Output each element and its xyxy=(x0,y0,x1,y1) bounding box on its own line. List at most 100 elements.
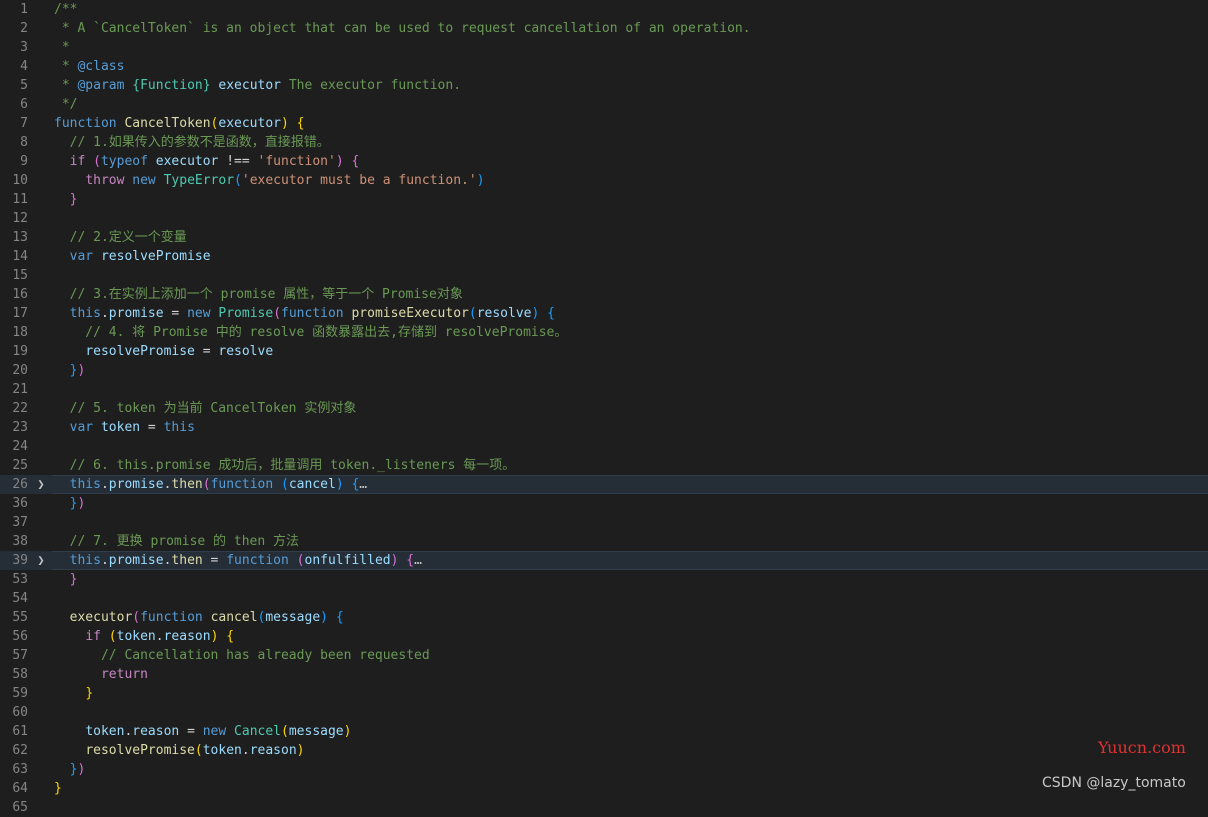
code-line[interactable]: 21 xyxy=(0,380,1208,399)
code-line[interactable]: 36 }) xyxy=(0,494,1208,513)
code-line[interactable]: 10 throw new TypeError('executor must be… xyxy=(0,171,1208,190)
code-token: 'executor must be a function.' xyxy=(241,173,477,188)
code-line[interactable]: 26 ❯ this.promise.then(function (cancel) … xyxy=(0,475,1208,494)
line-number: 21 xyxy=(12,382,28,397)
code-line[interactable]: 18 // 4. 将 Promise 中的 resolve 函数暴露出去,存储到… xyxy=(0,323,1208,342)
code-line[interactable]: 13 // 2.定义一个变量 xyxy=(0,228,1208,247)
code-text: this.promise.then(function (cancel) {… xyxy=(54,475,367,494)
code-line[interactable]: 3 * xyxy=(0,38,1208,57)
code-token: onfulfilled xyxy=(304,553,391,568)
code-token: message xyxy=(265,610,321,625)
code-line[interactable]: 62 resolvePromise(token.reason) xyxy=(0,741,1208,760)
code-line[interactable]: 59 } xyxy=(0,684,1208,703)
code-line[interactable]: 38 // 7. 更换 promise 的 then 方法 xyxy=(0,532,1208,551)
code-line[interactable]: 37 xyxy=(0,513,1208,532)
fold-chevron-icon[interactable]: ❯ xyxy=(35,551,47,570)
line-number: 10 xyxy=(12,173,28,188)
code-line[interactable]: 60 xyxy=(0,703,1208,722)
code-line[interactable]: 14 var resolvePromise xyxy=(0,247,1208,266)
code-token: = xyxy=(140,420,164,435)
code-line[interactable]: 63 }) xyxy=(0,760,1208,779)
code-token: ( xyxy=(281,477,289,492)
code-line[interactable]: 11 } xyxy=(0,190,1208,209)
code-token: ) xyxy=(320,610,328,625)
code-text: /** xyxy=(54,0,77,19)
code-token: if xyxy=(85,629,101,644)
code-line[interactable]: 55 executor(function cancel(message) { xyxy=(0,608,1208,627)
code-line[interactable]: 64} xyxy=(0,779,1208,798)
code-line[interactable]: 19 resolvePromise = resolve xyxy=(0,342,1208,361)
code-line[interactable]: 39 ❯ this.promise.then = function (onfulf… xyxy=(0,551,1208,570)
code-token: ) xyxy=(281,116,289,131)
code-line[interactable]: 7 function CancelToken(executor) { xyxy=(0,114,1208,133)
code-text: function CancelToken(executor) { xyxy=(54,114,304,133)
code-line[interactable]: 16 // 3.在实例上添加一个 promise 属性，等于一个 Promise… xyxy=(0,285,1208,304)
code-token: . xyxy=(100,477,109,492)
code-line[interactable]: 22 // 5. token 为当前 CancelToken 实例对象 xyxy=(0,399,1208,418)
code-token: typeof xyxy=(100,154,148,169)
code-line[interactable]: 53 } xyxy=(0,570,1208,589)
line-number: 65 xyxy=(12,800,28,815)
line-number: 63 xyxy=(12,762,28,777)
code-line[interactable]: 20 }) xyxy=(0,361,1208,380)
code-token: TypeError xyxy=(163,173,235,188)
code-token: resolve xyxy=(218,344,274,359)
code-line[interactable]: 12 xyxy=(0,209,1208,228)
code-token: . xyxy=(100,553,109,568)
code-line[interactable]: 4 * @class xyxy=(0,57,1208,76)
code-token: promise xyxy=(108,553,164,568)
code-token: . xyxy=(100,306,109,321)
code-token: @class xyxy=(77,59,125,74)
code-line[interactable]: 1 /** xyxy=(0,0,1208,19)
code-token: promise xyxy=(108,477,164,492)
code-line[interactable]: 5 * @param {Function} executor The execu… xyxy=(0,76,1208,95)
code-line[interactable]: 9 if (typeof executor !== 'function') { xyxy=(0,152,1208,171)
fold-chevron-icon[interactable]: ❯ xyxy=(35,475,47,494)
code-line[interactable]: 24 xyxy=(0,437,1208,456)
code-token: this xyxy=(69,553,101,568)
code-token: // 7. 更换 promise 的 then 方法 xyxy=(54,534,300,549)
code-token: this xyxy=(69,477,101,492)
code-token: * xyxy=(54,59,78,74)
code-token: ( xyxy=(296,553,305,568)
code-line[interactable]: 6 */ xyxy=(0,95,1208,114)
line-number: 22 xyxy=(12,401,28,416)
code-token: ) xyxy=(476,173,485,188)
code-token: return xyxy=(100,667,148,682)
code-line[interactable]: 58 return xyxy=(0,665,1208,684)
code-line[interactable]: 65 xyxy=(0,798,1208,817)
code-line[interactable]: 2 * A `CancelToken` is an object that ca… xyxy=(0,19,1208,38)
code-token: = xyxy=(194,344,219,359)
line-number: 64 xyxy=(12,781,28,796)
code-line[interactable]: 15 xyxy=(0,266,1208,285)
code-text: // 5. token 为当前 CancelToken 实例对象 xyxy=(54,399,357,418)
code-line[interactable]: 57 // Cancellation has already been requ… xyxy=(0,646,1208,665)
code-editor[interactable]: 1 /** 2 * A `CancelToken` is an object tha… xyxy=(0,0,1208,815)
code-token: // Cancellation has already been request… xyxy=(54,648,430,663)
line-number: 1 xyxy=(20,2,28,17)
code-line[interactable]: 25 // 6. this.promise 成功后，批量调用 token._li… xyxy=(0,456,1208,475)
code-line[interactable]: 54 xyxy=(0,589,1208,608)
code-text: } xyxy=(54,779,62,798)
code-line[interactable]: 23 var token = this xyxy=(0,418,1208,437)
code-line[interactable]: 8 // 1.如果传入的参数不是函数，直接报错。 xyxy=(0,133,1208,152)
code-text: * xyxy=(54,38,70,57)
code-line[interactable]: 61 token.reason = new Cancel(message) xyxy=(0,722,1208,741)
brand-watermark: Yuucn.com xyxy=(1098,738,1186,757)
code-token: Promise xyxy=(218,306,274,321)
code-token: function xyxy=(281,306,344,321)
code-line[interactable]: 56 if (token.reason) { xyxy=(0,627,1208,646)
code-text: throw new TypeError('executor must be a … xyxy=(54,171,485,190)
code-text: var token = this xyxy=(54,418,195,437)
code-text: } xyxy=(54,684,93,703)
code-line[interactable]: 17 this.promise = new Promise(function p… xyxy=(0,304,1208,323)
